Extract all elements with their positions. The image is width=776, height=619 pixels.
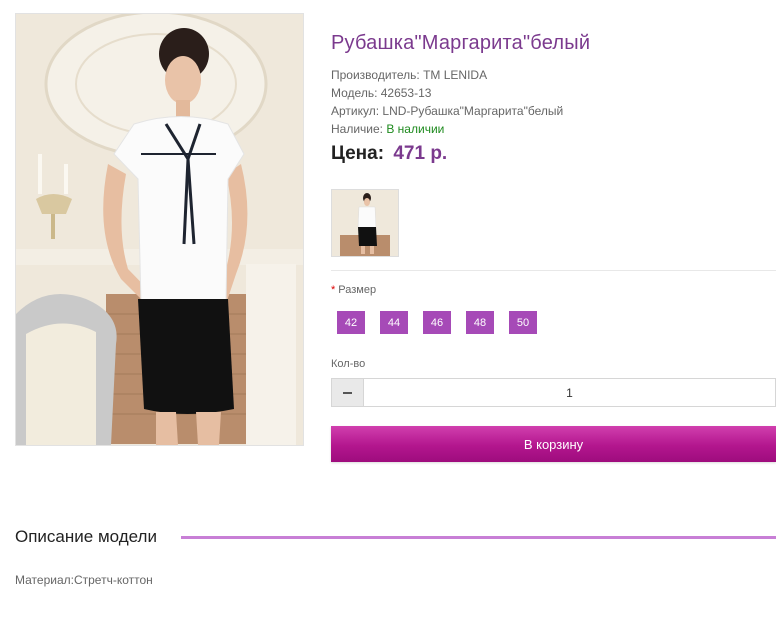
product-page: Рубашка"Маргарита"белый Производитель: Т… xyxy=(0,0,776,619)
size-option-50[interactable]: 50 xyxy=(509,311,537,334)
product-main-image[interactable] xyxy=(15,13,304,446)
availability-status: В наличии xyxy=(386,122,445,136)
product-meta: Производитель: ТМ LENIDA Модель: 42653-1… xyxy=(331,66,563,138)
availability-label: Наличие: xyxy=(331,122,387,136)
size-option-42[interactable]: 42 xyxy=(337,311,365,334)
price-row: Цена: 471 р. xyxy=(331,143,447,165)
minus-icon xyxy=(343,391,352,394)
size-label: * Размер xyxy=(331,284,376,296)
availability-row: Наличие: В наличии xyxy=(331,120,563,138)
quantity-decrease-button[interactable] xyxy=(332,379,364,406)
size-option-48[interactable]: 48 xyxy=(466,311,494,334)
size-options: 42 44 46 48 50 xyxy=(337,311,537,334)
model-photo-illustration xyxy=(16,14,303,445)
description-title-line xyxy=(181,536,776,539)
size-label-text: Размер xyxy=(338,284,377,296)
options-divider xyxy=(331,270,776,271)
product-title: Рубашка"Маргарита"белый xyxy=(331,32,591,54)
article-text: Артикул: LND-Рубашка"Маргарита"белый xyxy=(331,104,564,118)
add-to-cart-button[interactable]: В корзину xyxy=(331,426,776,462)
manufacturer-text: Производитель: ТМ LENIDA xyxy=(331,68,488,82)
model-text: Модель: 42653-13 xyxy=(331,86,432,100)
description-title: Описание модели xyxy=(15,527,157,546)
description-text: Материал:Стретч-коттон xyxy=(15,573,153,587)
size-option-46[interactable]: 46 xyxy=(423,311,451,334)
quantity-label: Кол-во xyxy=(331,358,366,370)
required-mark: * xyxy=(331,284,336,296)
size-option-44[interactable]: 44 xyxy=(380,311,408,334)
quantity-stepper xyxy=(331,378,776,407)
price-label: Цена: xyxy=(331,143,385,164)
product-thumbnail[interactable] xyxy=(331,189,399,257)
quantity-input[interactable] xyxy=(364,379,775,406)
price-value: 471 р. xyxy=(393,143,448,164)
thumbnail-illustration xyxy=(332,190,398,256)
